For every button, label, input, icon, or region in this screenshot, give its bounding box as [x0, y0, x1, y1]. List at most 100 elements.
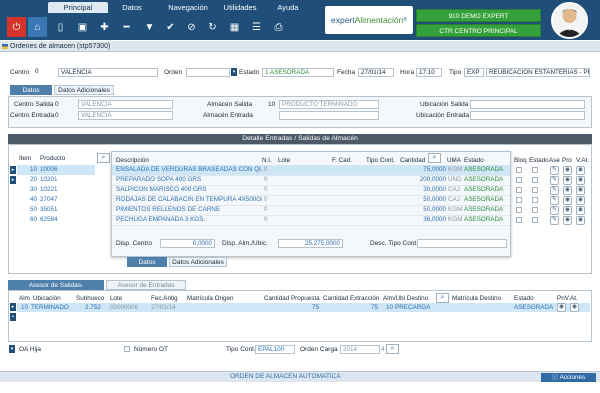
- row-bloq-checkbox[interactable]: [516, 177, 522, 183]
- cantidad-search-button[interactable]: ⌕: [428, 153, 441, 163]
- row-insert-icon[interactable]: ▸: [10, 176, 16, 184]
- row-uma[interactable]: KGM: [448, 166, 462, 173]
- remove-button[interactable]: ━: [117, 17, 136, 37]
- row-producto[interactable]: 10221: [40, 186, 58, 193]
- row-descripcion[interactable]: PECHUGA EMPANADA 3 KGS.: [116, 216, 262, 223]
- asesor-cell-lote[interactable]: 00000006: [110, 304, 138, 311]
- row-item[interactable]: 10: [30, 166, 37, 173]
- row-descripcion[interactable]: PREPARADO SOPA 400 GRS: [116, 176, 262, 183]
- row-ase-icon[interactable]: ✎: [550, 206, 559, 215]
- row-descripcion[interactable]: SALPICON MARISCO 400 GRS: [116, 186, 262, 193]
- asesor-cell-alm-dest[interactable]: 10: [386, 304, 393, 311]
- row-estado-checkbox[interactable]: [532, 187, 538, 193]
- center-button[interactable]: CTR CENTRO PRINCIPAL: [416, 24, 541, 37]
- row-vat-icon[interactable]: ◉: [576, 206, 585, 215]
- asesor-cell-fec-antig[interactable]: 27/01/14: [151, 304, 176, 311]
- row-ni[interactable]: 0: [264, 206, 268, 213]
- asesor-cell-estado[interactable]: ASESORADA: [514, 304, 553, 311]
- new-doc-button[interactable]: ▯: [51, 17, 70, 37]
- ubic-salida-field[interactable]: [470, 100, 585, 109]
- row-bloq-checkbox[interactable]: [516, 217, 522, 223]
- row-ase-icon[interactable]: ✎: [550, 166, 559, 175]
- filter-button[interactable]: ▼: [140, 17, 159, 37]
- row-uma[interactable]: CAJ: [448, 186, 460, 193]
- hora-field[interactable]: 17:10: [416, 68, 442, 77]
- asesor-cell-ubicacion[interactable]: TERMINADO: [31, 304, 69, 311]
- row-estado-checkbox[interactable]: [532, 177, 538, 183]
- row-item[interactable]: 20: [30, 176, 37, 183]
- refresh-button[interactable]: ↻: [203, 17, 222, 37]
- save-button[interactable]: ▣: [73, 17, 92, 37]
- tab-asesor-entradas[interactable]: Asesor de Entradas: [106, 280, 186, 290]
- row-vat-icon[interactable]: ◉: [576, 196, 585, 205]
- menu-tab-datos[interactable]: Datos: [110, 2, 154, 13]
- orden-field[interactable]: [186, 68, 230, 77]
- row-uma[interactable]: KGM: [448, 216, 462, 223]
- row-item[interactable]: 40: [30, 196, 37, 203]
- avatar[interactable]: [551, 2, 588, 39]
- row-pro-icon[interactable]: ◉: [563, 206, 572, 215]
- numero-ot-checkbox[interactable]: [124, 346, 130, 352]
- row-producto[interactable]: 35051: [40, 206, 58, 213]
- row-ni[interactable]: 0: [264, 216, 268, 223]
- tab-detalle-datos-adicionales[interactable]: Datos Adicionales: [169, 257, 227, 267]
- row-bloq-checkbox[interactable]: [516, 207, 522, 213]
- row-descripcion[interactable]: RODAJAS DE CALABACIN EN TEMPURA 4X500GR: [116, 196, 262, 203]
- list-button[interactable]: ☰: [247, 17, 266, 37]
- row-ni[interactable]: 0: [264, 196, 268, 203]
- orden-carga-field[interactable]: 2014: [340, 345, 380, 354]
- centro-name-field[interactable]: VALENCIA: [58, 68, 158, 77]
- oa-hija-toggle-icon[interactable]: ▾: [9, 345, 15, 353]
- row-ni[interactable]: 0: [264, 176, 268, 183]
- calculator-button[interactable]: ▦: [225, 17, 244, 37]
- print-button[interactable]: ⎙: [269, 17, 288, 37]
- asesor-cell-ubi-dest[interactable]: PRECARGA: [395, 304, 430, 311]
- asesor-cell-subhueco[interactable]: 2.752: [85, 304, 101, 311]
- acciones-button[interactable]: ⓘ Acciones: [541, 373, 596, 382]
- menu-tab-principal[interactable]: Principal: [48, 2, 108, 13]
- ubic-entrada-field[interactable]: [470, 111, 585, 120]
- row-uma[interactable]: UND: [448, 176, 462, 183]
- row-vat-icon[interactable]: ◉: [576, 216, 585, 225]
- company-button[interactable]: 910 DEMO EXPERT: [416, 9, 541, 22]
- row-ni[interactable]: 0: [264, 186, 268, 193]
- centro-code[interactable]: 0: [33, 68, 55, 77]
- tab-datos[interactable]: Datos: [10, 85, 52, 95]
- orden-lookup-icon[interactable]: ▾: [231, 68, 237, 76]
- row-item[interactable]: 30: [30, 186, 37, 193]
- asesor-at-icon[interactable]: ◉: [570, 303, 579, 312]
- row-producto[interactable]: 10006: [40, 166, 58, 173]
- orden-carga-search-button[interactable]: ⌕: [386, 344, 399, 354]
- row-pointer-icon[interactable]: ▸: [10, 166, 16, 174]
- row-producto[interactable]: 10201: [40, 176, 58, 183]
- row-ase-icon[interactable]: ✎: [550, 216, 559, 225]
- almacen-salida-field[interactable]: PRODUCTO TERMINADO: [279, 100, 379, 109]
- row-pro-icon[interactable]: ◉: [563, 166, 572, 175]
- tipo-name-field[interactable]: REUBICACION ESTANTERIAS - PR: [486, 68, 590, 77]
- row-uma[interactable]: CAJ: [448, 196, 460, 203]
- row-estado[interactable]: ASESORADA: [464, 186, 503, 193]
- row-cantidad[interactable]: 30,0000: [398, 186, 446, 193]
- centro-entrada-field[interactable]: VALENCIA: [78, 111, 173, 120]
- row-item[interactable]: 50: [30, 206, 37, 213]
- row-cantidad[interactable]: 50,0000: [398, 196, 446, 203]
- tipo-cont-field[interactable]: EPAL100: [255, 345, 295, 354]
- row-descripcion[interactable]: ENSALADA DE VERDURAS BRASEADAS CON QUI: [116, 166, 262, 173]
- tipo-code-field[interactable]: EXP: [464, 68, 484, 77]
- almacen-entrada-field[interactable]: [279, 111, 379, 120]
- menu-tab-utilidades[interactable]: Utilidades: [218, 2, 262, 13]
- row-ase-icon[interactable]: ✎: [550, 176, 559, 185]
- row-vat-icon[interactable]: ◉: [576, 166, 585, 175]
- row-ni[interactable]: 0: [264, 166, 268, 173]
- menu-tab-navegacion[interactable]: Navegación: [158, 2, 218, 13]
- row-estado[interactable]: ASESORADA: [464, 166, 503, 173]
- row-bloq-checkbox[interactable]: [516, 187, 522, 193]
- row-cantidad[interactable]: 50,0000: [398, 206, 446, 213]
- row-cantidad[interactable]: 75,0000: [398, 166, 446, 173]
- accept-button[interactable]: ✔: [161, 17, 180, 37]
- row-pro-icon[interactable]: ◉: [563, 196, 572, 205]
- row-uma[interactable]: KGM: [448, 206, 462, 213]
- estado-field[interactable]: 1 ASESORADA: [262, 68, 334, 77]
- home-button[interactable]: ⌂: [28, 17, 47, 37]
- row-estado-checkbox[interactable]: [532, 217, 538, 223]
